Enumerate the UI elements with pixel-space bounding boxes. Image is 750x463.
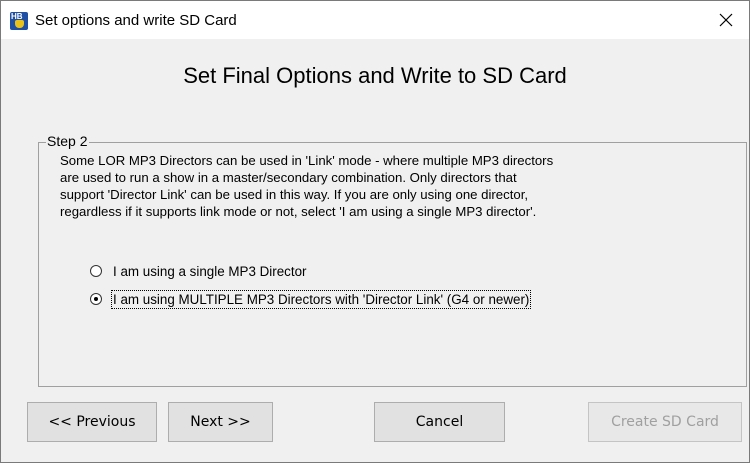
cancel-button[interactable]: Cancel (374, 402, 505, 442)
title-bar: HB Set options and write SD Card (1, 1, 749, 39)
step-description: Some LOR MP3 Directors can be used in 'L… (60, 152, 740, 220)
description-line: Some LOR MP3 Directors can be used in 'L… (60, 153, 554, 168)
radio-button-single[interactable] (90, 265, 102, 277)
close-icon (719, 13, 733, 27)
page-heading: Set Final Options and Write to SD Card (183, 63, 567, 88)
dialog-window: HB Set options and write SD Card Set Fin… (0, 0, 750, 463)
radio-single-director[interactable]: I am using a single MP3 Director (90, 262, 308, 280)
radio-multiple-directors[interactable]: I am using MULTIPLE MP3 Directors with '… (90, 289, 532, 309)
radio-label-single: I am using a single MP3 Director (113, 263, 307, 279)
radio-button-multiple[interactable] (90, 293, 102, 305)
description-line: are used to run a show in a master/secon… (60, 170, 517, 185)
description-line: regardless if it supports link mode or n… (60, 204, 537, 219)
next-button[interactable]: Next >> (168, 402, 273, 442)
radio-selected-dot (94, 297, 98, 301)
step-label: Step 2 (46, 133, 90, 149)
create-sd-card-button[interactable]: Create SD Card (588, 402, 742, 442)
window-title: Set options and write SD Card (35, 12, 237, 29)
description-line: support 'Director Link' can be used in t… (60, 187, 529, 202)
previous-button[interactable]: << Previous (27, 402, 157, 442)
radio-label-multiple: I am using MULTIPLE MP3 Directors with '… (110, 289, 532, 309)
app-icon-shape (15, 20, 24, 28)
close-button[interactable] (703, 1, 749, 39)
app-icon: HB (10, 12, 28, 30)
